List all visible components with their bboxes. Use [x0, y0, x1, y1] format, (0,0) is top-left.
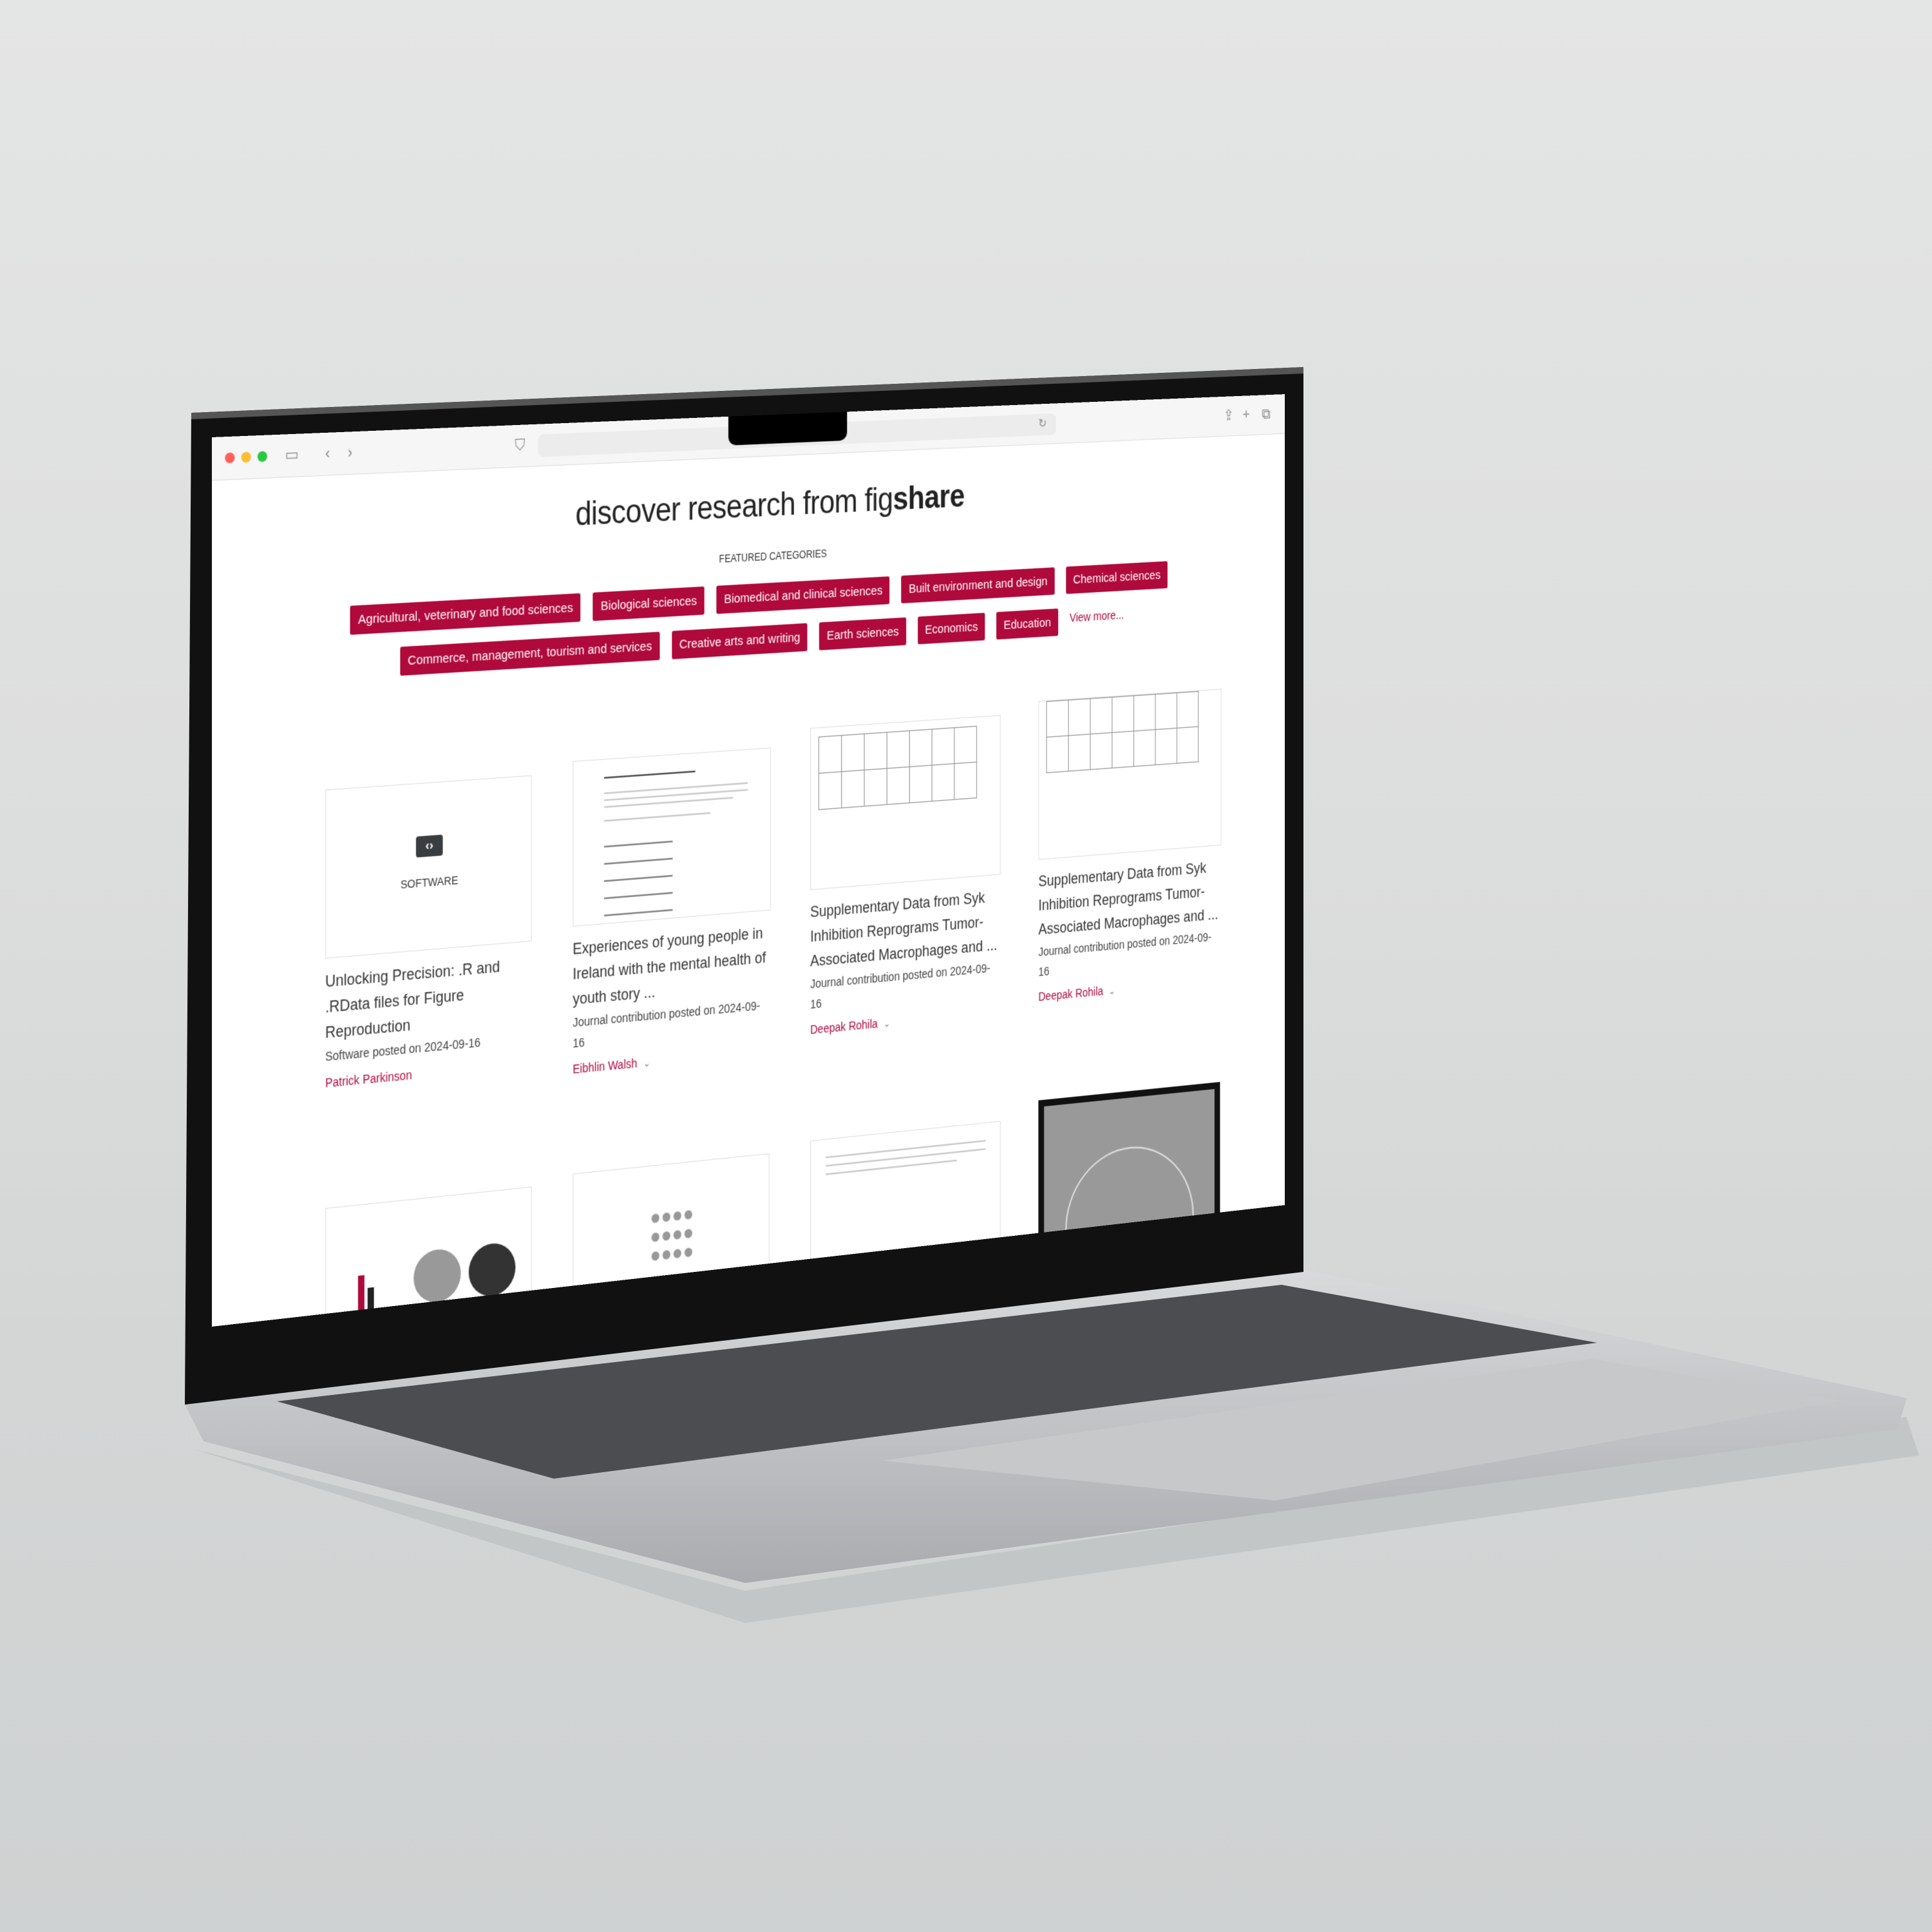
thumb-label: SOFTWARE: [400, 873, 459, 891]
author-name[interactable]: Deepak Rohila: [1038, 984, 1103, 1003]
new-tab-icon[interactable]: +: [1243, 405, 1250, 423]
chevron-down-icon[interactable]: ⌄: [884, 1019, 890, 1030]
category-tag[interactable]: Economics: [917, 612, 985, 645]
reload-icon[interactable]: ↻: [1038, 413, 1046, 432]
title-bold: share: [893, 478, 965, 518]
tabs-icon[interactable]: ⧉: [1262, 404, 1271, 422]
title-light: discover research from fig: [575, 482, 893, 533]
code-icon: ‹›: [415, 834, 443, 858]
category-tag[interactable]: Biomedical and clinical sciences: [716, 576, 890, 614]
category-tag[interactable]: Creative arts and writing: [671, 623, 808, 659]
chevron-down-icon[interactable]: ⌄: [1109, 987, 1115, 997]
table-preview: [819, 726, 977, 810]
card-thumbnail[interactable]: [1038, 688, 1222, 860]
minimize-button[interactable]: [241, 451, 251, 463]
category-tag[interactable]: Built environment and design: [901, 567, 1055, 603]
author-name[interactable]: Patrick Parkinson: [325, 1068, 412, 1090]
share-icon[interactable]: ⇪: [1224, 406, 1234, 424]
card-thumbnail[interactable]: [810, 715, 1001, 891]
category-tag[interactable]: Education: [996, 608, 1059, 640]
category-tag[interactable]: Chemical sciences: [1066, 561, 1168, 594]
card[interactable]: ‹› SOFTWARE Unlocking Precision: .R and …: [325, 775, 532, 1090]
category-tag[interactable]: Biological sciences: [592, 586, 705, 621]
dots-icon: ●●●● ●●●● ●●●●: [650, 1202, 694, 1268]
author-name[interactable]: Eibhlin Walsh: [573, 1056, 637, 1076]
table-preview: [1046, 691, 1199, 773]
author-name[interactable]: Deepak Rohila: [810, 1017, 878, 1037]
category-tag[interactable]: Earth sciences: [819, 617, 906, 650]
view-more-link[interactable]: View more...: [1070, 605, 1124, 635]
card[interactable]: Supplementary Data from Syk Inhibition R…: [1038, 688, 1222, 1003]
card[interactable]: Supplementary Data from Syk Inhibition R…: [810, 715, 1001, 1037]
card[interactable]: Experiences of young people in Ireland w…: [573, 747, 772, 1076]
browser-window: ▭ ‹ › ⛉ ↻ ⇪ + ⧉ discover research from f…: [212, 394, 1285, 1327]
category-tag[interactable]: Agricultural, veterinary and food scienc…: [350, 593, 581, 635]
back-icon[interactable]: ‹: [325, 443, 330, 462]
chevron-down-icon[interactable]: ⌄: [643, 1058, 650, 1069]
scene: ▭ ‹ › ⛉ ↻ ⇪ + ⧉ discover research from f…: [0, 0, 1932, 1932]
shield-icon: ⛉: [515, 435, 526, 454]
card-thumbnail[interactable]: ‹› SOFTWARE: [325, 775, 532, 959]
forward-icon[interactable]: ›: [348, 442, 352, 462]
card-thumbnail[interactable]: [573, 747, 772, 927]
category-tag[interactable]: Commerce, management, tourism and servic…: [399, 631, 660, 676]
sidebar-icon[interactable]: ▭: [285, 444, 299, 464]
zoom-button[interactable]: [257, 451, 267, 462]
close-button[interactable]: [225, 452, 235, 464]
camera-notch: [728, 412, 848, 446]
